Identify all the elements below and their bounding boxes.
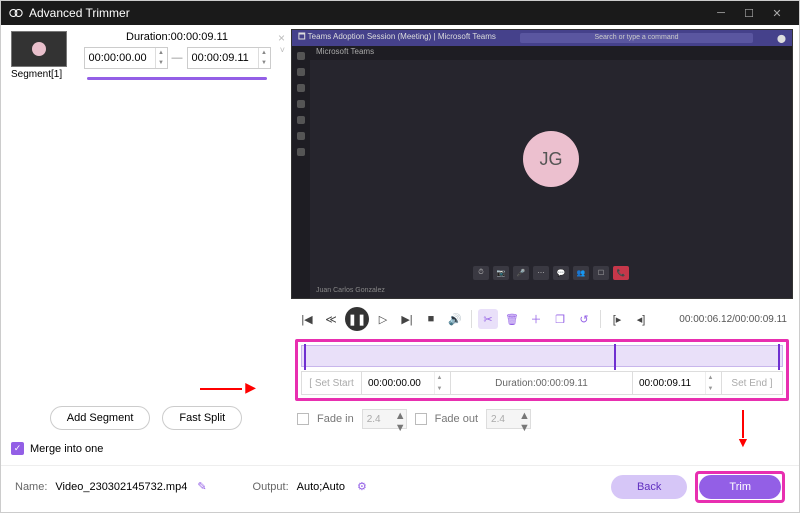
merge-checkbox[interactable]: ✓ [11,442,24,455]
minimize-button[interactable]: ─ [707,1,735,25]
call-controls: ⏱📷🎤⋯💬👥☐📞 [473,266,629,280]
trim-start-input[interactable]: ▲▼ [362,372,451,394]
playback-controls: |◀ ≪ ❚❚ ▷ ▶| ■ 🔊 ✂ 🗑 ＋ ❐ ↺ [▸ ◂] 00:00:0… [291,299,793,339]
trim-timeline-region: [ Set Start ▲▼ Duration:00:00:09.11 ▲▼ S… [295,339,789,401]
segment-thumbnail[interactable] [11,31,67,67]
prev-frame-icon[interactable]: ≪ [321,309,341,329]
teams-window-title: 🗖 Teams Adoption Session (Meeting) | Mic… [298,31,496,45]
output-label: Output: [253,481,289,493]
timeline-end-handle[interactable] [778,344,780,370]
set-start-button[interactable]: [ Set Start [302,372,362,394]
back-button[interactable]: Back [611,475,687,499]
stop-icon[interactable]: ■ [421,309,441,329]
segment-start-input[interactable]: ▲▼ [84,47,168,69]
fade-out-checkbox[interactable] [415,413,427,425]
timeline-track[interactable] [301,345,783,367]
play-pause-button[interactable]: ❚❚ [345,307,369,331]
footer-bar: Name: Video_230302145732.mp4 ✎ Output: A… [1,465,799,507]
caller-avatar: JG [523,131,579,187]
fade-out-value[interactable]: ▲▼ [486,409,531,429]
remove-segment-icon[interactable]: × [278,31,285,45]
teams-app-name: Microsoft Teams [310,46,792,60]
spin-up-icon[interactable]: ▲ [156,48,167,58]
segment-progress-bar[interactable] [87,77,267,80]
set-end-button[interactable]: Set End ] [722,372,782,394]
skip-start-icon[interactable]: |◀ [297,309,317,329]
window-titlebar: Advanced Trimmer ─ ☐ ✕ [1,1,799,25]
teams-sidebar [292,46,310,298]
output-name-value: Video_230302145732.mp4 [55,481,187,493]
close-button[interactable]: ✕ [763,1,791,25]
fade-in-checkbox[interactable] [297,413,309,425]
fade-in-value[interactable]: ▲▼ [362,409,407,429]
fast-split-button[interactable]: Fast Split [162,406,242,430]
trim-button[interactable]: Trim [699,475,781,499]
caller-name: Juan Carlos Gonzalez [316,287,385,294]
mark-out-icon[interactable]: ◂] [631,309,651,329]
window-title: Advanced Trimmer [29,6,707,20]
spin-down-icon[interactable]: ▼ [259,58,270,68]
video-preview[interactable]: 🗖 Teams Adoption Session (Meeting) | Mic… [291,29,793,299]
maximize-button[interactable]: ☐ [735,1,763,25]
volume-icon[interactable]: 🔊 [445,309,465,329]
playback-time: 00:00:06.12/00:00:09.11 [679,314,787,325]
skip-end-icon[interactable]: ▶| [397,309,417,329]
trim-button-highlight: Trim [695,471,785,503]
segment-end-input[interactable]: ▲▼ [187,47,271,69]
fade-out-label: Fade out [435,413,478,425]
segment-duration-label: Duration:00:00:09.11 [126,31,228,43]
teams-search: Search or type a command [520,33,753,43]
mark-in-icon[interactable]: [▸ [607,309,627,329]
timeline-playhead[interactable] [614,344,616,370]
timeline-start-handle[interactable] [304,344,306,370]
segments-panel: Segment[1] × ˅ Duration:00:00:09.11 ▲▼ —… [1,25,291,465]
output-settings-icon[interactable]: ⚙ [357,480,367,493]
fade-in-label: Fade in [317,413,354,425]
preview-panel: 🗖 Teams Adoption Session (Meeting) | Mic… [291,25,799,465]
undo-icon[interactable]: ↺ [574,309,594,329]
app-logo-icon [9,6,23,20]
output-format-value: Auto;Auto [297,481,345,493]
copy-icon[interactable]: ❐ [550,309,570,329]
trim-duration-label: Duration:00:00:09.11 [451,372,633,394]
trim-end-input[interactable]: ▲▼ [633,372,722,394]
spin-up-icon[interactable]: ▲ [259,48,270,58]
delete-icon[interactable]: 🗑 [502,309,522,329]
segment-name: Segment[1] [11,69,67,80]
teams-profile-icon: ⬤ [777,34,786,43]
add-icon[interactable]: ＋ [526,309,546,329]
spin-down-icon[interactable]: ▼ [156,58,167,68]
name-label: Name: [15,481,47,493]
split-icon[interactable]: ✂ [478,309,498,329]
range-dash: — [172,52,183,64]
expand-segment-icon[interactable]: ˅ [280,45,285,55]
merge-label: Merge into one [30,443,103,455]
add-segment-button[interactable]: Add Segment [50,406,151,430]
next-frame-icon[interactable]: ▷ [373,309,393,329]
edit-name-icon[interactable]: ✎ [197,480,206,493]
